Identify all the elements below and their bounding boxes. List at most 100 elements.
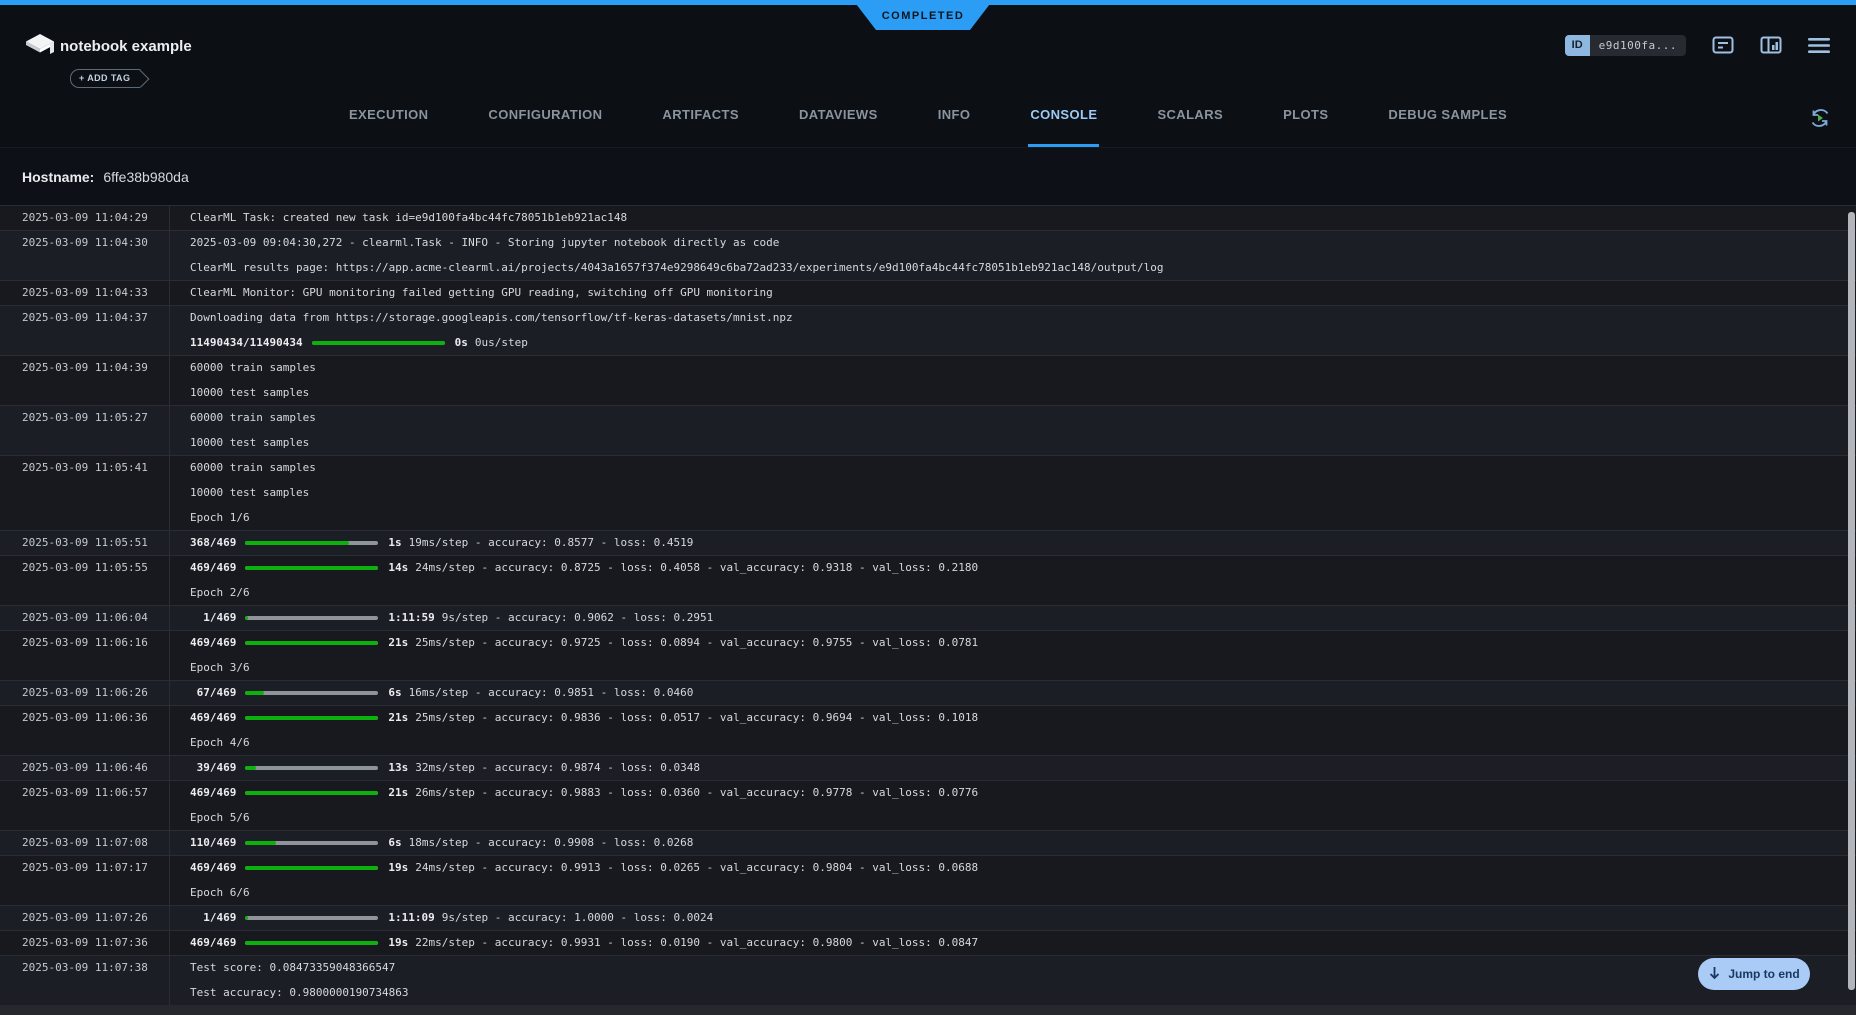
log-entry: 2025-03-09 11:04:33ClearML Monitor: GPU … <box>0 280 1856 305</box>
log-message: 60000 train samples10000 test samples <box>170 405 316 455</box>
log-timestamp: 2025-03-09 11:04:39 <box>0 355 170 405</box>
log-entry: 2025-03-09 11:06:36469/46921s25ms/step -… <box>0 705 1856 755</box>
progress-bar <box>245 716 378 720</box>
log-timestamp: 2025-03-09 11:05:51 <box>0 530 170 555</box>
horizontal-scrollbar-track[interactable] <box>0 1005 1856 1015</box>
progress-bar <box>245 541 378 545</box>
log-timestamp: 2025-03-09 11:07:26 <box>0 905 170 930</box>
app-window: COMPLETED notebook example + ADD TAG ID … <box>0 0 1856 1015</box>
id-value: e9d100fa... <box>1590 35 1686 56</box>
log-entry: 2025-03-09 11:07:17469/46919s24ms/step -… <box>0 855 1856 905</box>
hostname: Hostname: 6ffe38b980da <box>22 148 189 205</box>
log-message: 469/46919s22ms/step - accuracy: 0.9931 -… <box>170 930 978 955</box>
log-entry: 2025-03-09 11:04:29ClearML Task: created… <box>0 205 1856 230</box>
progress-bar <box>245 691 378 695</box>
jump-to-end-label: Jump to end <box>1728 967 1799 981</box>
tab-console[interactable]: CONSOLE <box>1028 85 1099 147</box>
log-timestamp: 2025-03-09 11:04:37 <box>0 305 170 355</box>
header: notebook example + ADD TAG ID e9d100fa..… <box>0 5 1856 85</box>
log-entry: 2025-03-09 11:06:16469/46921s25ms/step -… <box>0 630 1856 680</box>
log-entry: 2025-03-09 11:05:2760000 train samples10… <box>0 405 1856 455</box>
log-message: 1/4691:11:099s/step - accuracy: 1.0000 -… <box>170 905 713 930</box>
log-message: 39/46913s32ms/step - accuracy: 0.9874 - … <box>170 755 700 780</box>
progress-bar <box>245 941 378 945</box>
auto-refresh-icon[interactable] <box>1806 104 1834 137</box>
task-title: notebook example <box>60 38 192 55</box>
progress-bar <box>245 566 378 570</box>
log-timestamp: 2025-03-09 11:07:36 <box>0 930 170 955</box>
log-timestamp: 2025-03-09 11:05:55 <box>0 555 170 605</box>
jump-to-end-button[interactable]: Jump to end <box>1698 958 1810 990</box>
id-label: ID <box>1565 35 1590 56</box>
vertical-scrollbar-thumb[interactable] <box>1848 212 1855 990</box>
log-message: ClearML Task: created new task id=e9d100… <box>170 205 627 230</box>
log-timestamp: 2025-03-09 11:05:27 <box>0 405 170 455</box>
log-message: Downloading data from https://storage.go… <box>170 305 793 355</box>
log-entry: 2025-03-09 11:07:36469/46919s22ms/step -… <box>0 930 1856 955</box>
log-entry: 2025-03-09 11:05:51368/4691s19ms/step - … <box>0 530 1856 555</box>
progress-bar <box>245 791 378 795</box>
log-entry: 2025-03-09 11:04:302025-03-09 09:04:30,2… <box>0 230 1856 280</box>
log-message: 1/4691:11:599s/step - accuracy: 0.9062 -… <box>170 605 713 630</box>
arrow-down-icon <box>1708 966 1721 983</box>
comments-icon[interactable] <box>1712 36 1734 56</box>
log-entry: 2025-03-09 11:07:08110/4696s18ms/step - … <box>0 830 1856 855</box>
log-timestamp: 2025-03-09 11:04:29 <box>0 205 170 230</box>
tab-plots[interactable]: PLOTS <box>1281 85 1330 147</box>
progress-bar <box>245 766 378 770</box>
log-timestamp: 2025-03-09 11:07:38 <box>0 955 170 1005</box>
log-message: 469/46921s25ms/step - accuracy: 0.9836 -… <box>170 705 978 755</box>
tab-artifacts[interactable]: ARTIFACTS <box>660 85 741 147</box>
log-message: 110/4696s18ms/step - accuracy: 0.9908 - … <box>170 830 693 855</box>
log-timestamp: 2025-03-09 11:06:04 <box>0 605 170 630</box>
tab-configuration[interactable]: CONFIGURATION <box>486 85 604 147</box>
log-entry: 2025-03-09 11:07:38Test score: 0.0847335… <box>0 955 1856 1005</box>
log-message: 368/4691s19ms/step - accuracy: 0.8577 - … <box>170 530 693 555</box>
tab-execution[interactable]: EXECUTION <box>347 85 430 147</box>
console-log[interactable]: 2025-03-09 11:04:29ClearML Task: created… <box>0 205 1856 1005</box>
log-entry: 2025-03-09 11:07:26 1/4691:11:099s/step … <box>0 905 1856 930</box>
log-timestamp: 2025-03-09 11:04:30 <box>0 230 170 280</box>
log-timestamp: 2025-03-09 11:04:33 <box>0 280 170 305</box>
hostname-value: 6ffe38b980da <box>103 169 188 185</box>
tab-info[interactable]: INFO <box>936 85 973 147</box>
task-id-badge[interactable]: ID e9d100fa... <box>1565 35 1686 56</box>
log-message: ClearML Monitor: GPU monitoring failed g… <box>170 280 773 305</box>
tab-debug-samples[interactable]: DEBUG SAMPLES <box>1386 85 1509 147</box>
progress-bar <box>245 641 378 645</box>
log-entry: 2025-03-09 11:05:4160000 train samples10… <box>0 455 1856 530</box>
tab-scalars[interactable]: SCALARS <box>1155 85 1225 147</box>
log-entry: 2025-03-09 11:05:55469/46914s24ms/step -… <box>0 555 1856 605</box>
log-entry: 2025-03-09 11:04:37Downloading data from… <box>0 305 1856 355</box>
progress-bar <box>245 616 378 620</box>
clearml-logo-icon <box>24 32 56 67</box>
log-entry: 2025-03-09 11:06:57469/46921s26ms/step -… <box>0 780 1856 830</box>
log-message: 60000 train samples10000 test samplesEpo… <box>170 455 316 530</box>
log-message: 469/46919s24ms/step - accuracy: 0.9913 -… <box>170 855 978 905</box>
progress-bar <box>245 866 378 870</box>
log-message: 469/46914s24ms/step - accuracy: 0.8725 -… <box>170 555 978 605</box>
hostname-label: Hostname: <box>22 169 94 185</box>
log-entry: 2025-03-09 11:06:04 1/4691:11:599s/step … <box>0 605 1856 630</box>
log-entry: 2025-03-09 11:04:3960000 train samples10… <box>0 355 1856 405</box>
details-panel-icon[interactable] <box>1760 36 1782 56</box>
menu-icon[interactable] <box>1808 37 1830 55</box>
log-timestamp: 2025-03-09 11:07:17 <box>0 855 170 905</box>
tab-bar: EXECUTION CONFIGURATION ARTIFACTS DATAVIEWS… <box>0 85 1856 148</box>
log-message: 60000 train samples10000 test samples <box>170 355 316 405</box>
log-message: Test score: 0.08473359048366547Test accu… <box>170 955 409 1005</box>
log-message: 67/4696s16ms/step - accuracy: 0.9851 - l… <box>170 680 693 705</box>
log-timestamp: 2025-03-09 11:07:08 <box>0 830 170 855</box>
log-timestamp: 2025-03-09 11:06:26 <box>0 680 170 705</box>
log-timestamp: 2025-03-09 11:05:41 <box>0 455 170 530</box>
log-timestamp: 2025-03-09 11:06:16 <box>0 630 170 680</box>
progress-bar <box>245 916 378 920</box>
log-timestamp: 2025-03-09 11:06:57 <box>0 780 170 830</box>
console-toolbar: Hostname: 6ffe38b980da Download full log <box>0 148 1856 205</box>
log-timestamp: 2025-03-09 11:06:36 <box>0 705 170 755</box>
log-entry: 2025-03-09 11:06:46 39/46913s32ms/step -… <box>0 755 1856 780</box>
log-message: 469/46921s26ms/step - accuracy: 0.9883 -… <box>170 780 978 830</box>
log-entry: 2025-03-09 11:06:26 67/4696s16ms/step - … <box>0 680 1856 705</box>
tab-dataviews[interactable]: DATAVIEWS <box>797 85 880 147</box>
progress-bar <box>312 341 445 345</box>
